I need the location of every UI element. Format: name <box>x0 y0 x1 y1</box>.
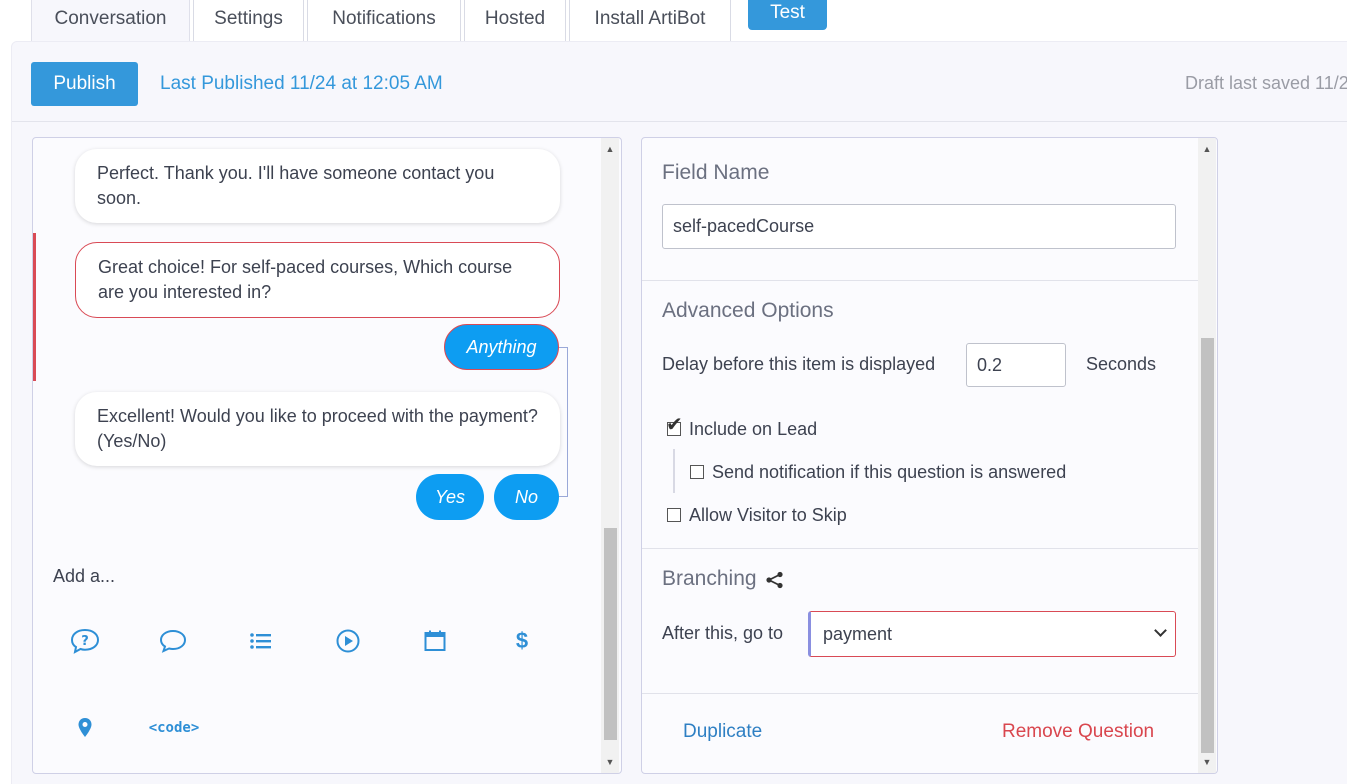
remove-question-button[interactable]: Remove Question <box>1002 721 1154 743</box>
scrollbar-thumb[interactable] <box>1201 338 1214 753</box>
include-on-lead-label[interactable]: Include on Lead <box>689 419 817 440</box>
tab-bar: Conversation Settings Notifications Host… <box>0 0 1347 42</box>
duplicate-button[interactable]: Duplicate <box>683 721 762 743</box>
svg-text:?: ? <box>81 634 89 649</box>
indent-line <box>673 449 675 493</box>
list-icon[interactable] <box>241 621 281 661</box>
code-icon[interactable]: <code> <box>139 708 209 748</box>
tab-conversation[interactable]: Conversation <box>31 0 190 41</box>
send-notification-label[interactable]: Send notification if this question is an… <box>712 462 1066 483</box>
selection-marker <box>33 233 36 381</box>
delay-unit: Seconds <box>1086 354 1157 374</box>
next-question-value: payment <box>823 624 893 644</box>
checkmark-icon: ✔ <box>666 414 683 436</box>
speech-bubble-icon[interactable] <box>153 621 193 661</box>
allow-skip-checkbox[interactable] <box>667 508 681 522</box>
next-question-select[interactable]: payment <box>808 611 1176 657</box>
advanced-options-title: Advanced Options <box>662 299 834 322</box>
draft-saved-status: Draft last saved 11/2 <box>1185 73 1347 93</box>
play-icon[interactable] <box>328 621 368 661</box>
scroll-down-arrow-icon[interactable]: ▼ <box>601 753 619 771</box>
conversation-scrollbar[interactable]: ▲ ▼ <box>601 138 619 773</box>
bot-message[interactable]: Perfect. Thank you. I'll have someone co… <box>75 149 560 223</box>
tab-install-artibot[interactable]: Install ArtiBot <box>569 0 731 41</box>
last-published-link[interactable]: Last Published 11/24 at 12:05 AM <box>160 73 443 95</box>
chevron-down-icon <box>1154 624 1167 637</box>
after-this-label: After this, go to <box>662 623 784 643</box>
scroll-down-arrow-icon[interactable]: ▼ <box>1198 753 1216 771</box>
field-name-title: Field Name <box>662 161 770 184</box>
dollar-icon[interactable]: $ <box>502 621 542 661</box>
publish-bar: Publish Last Published 11/24 at 12:05 AM… <box>12 42 1347 122</box>
divider <box>642 693 1198 694</box>
scroll-up-arrow-icon[interactable]: ▲ <box>1198 140 1216 158</box>
branching-icon <box>765 571 785 594</box>
branching-title: Branching <box>662 567 757 590</box>
test-button[interactable]: Test <box>748 0 827 30</box>
question-icon[interactable]: ? <box>65 621 105 661</box>
calendar-icon[interactable] <box>415 621 455 661</box>
add-label: Add a... <box>53 566 116 586</box>
answer-yes-button[interactable]: Yes <box>416 474 484 520</box>
tab-notifications[interactable]: Notifications <box>307 0 461 41</box>
send-notification-checkbox[interactable] <box>690 465 704 479</box>
publish-button[interactable]: Publish <box>31 62 138 106</box>
main-panel: Publish Last Published 11/24 at 12:05 AM… <box>11 41 1347 784</box>
bot-message-selected[interactable]: Great choice! For self-paced courses, Wh… <box>75 242 560 318</box>
field-name-input[interactable]: self-pacedCourse <box>662 204 1176 249</box>
delay-label: Delay before this item is displayed <box>662 354 936 374</box>
tab-settings[interactable]: Settings <box>193 0 304 41</box>
delay-input[interactable]: 0.2 <box>966 343 1066 387</box>
divider <box>642 280 1198 281</box>
tab-hosted[interactable]: Hosted <box>464 0 566 41</box>
scroll-up-arrow-icon[interactable]: ▲ <box>601 140 619 158</box>
answer-no-button[interactable]: No <box>494 474 559 520</box>
allow-skip-label[interactable]: Allow Visitor to Skip <box>689 505 847 526</box>
bot-message[interactable]: Excellent! Would you like to proceed wit… <box>75 392 560 466</box>
settings-scrollbar[interactable]: ▲ ▼ <box>1198 138 1216 773</box>
question-settings-panel: Field Name self-pacedCourse Advanced Opt… <box>641 137 1218 774</box>
scrollbar-thumb[interactable] <box>604 528 617 740</box>
location-pin-icon[interactable] <box>65 708 105 748</box>
conversation-panel: Perfect. Thank you. I'll have someone co… <box>32 137 622 774</box>
answer-anything-button[interactable]: Anything <box>444 324 559 370</box>
divider <box>642 548 1198 549</box>
